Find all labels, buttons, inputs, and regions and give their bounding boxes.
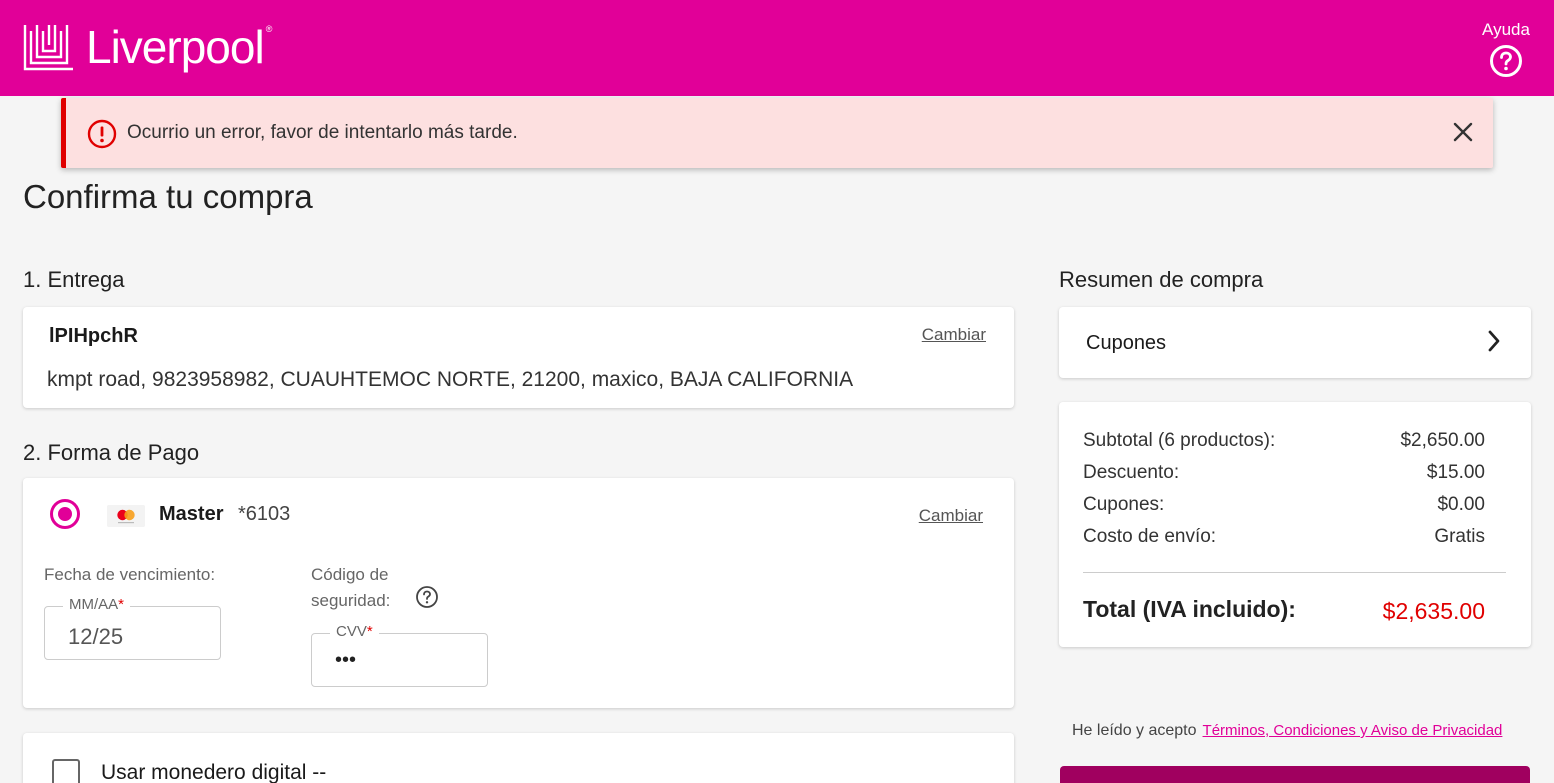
confirm-purchase-button[interactable] (1060, 766, 1530, 783)
expiry-legend: MM/AA* (63, 596, 131, 613)
summary-row-label: Costo de envío: (1083, 526, 1217, 547)
expiry-field[interactable]: MM/AA* 12/25 (44, 596, 221, 660)
terms-text: He leído y acepto Términos, Condiciones y… (1072, 722, 1502, 740)
registered-mark: ® (265, 24, 273, 34)
cvv-label-line1: Código de (311, 565, 389, 584)
summary-row-subtotal: Subtotal (6 productos): $2,650.00 (1083, 430, 1485, 452)
top-header: Liverpool ® Ayuda (0, 0, 1554, 96)
summary-row-label: Descuento: (1083, 462, 1180, 483)
error-alert: Ocurrio un error, favor de intentarlo má… (61, 98, 1493, 168)
coupons-label: Cupones (1086, 332, 1167, 354)
expiry-value: 12/25 (68, 624, 124, 649)
required-mark: * (118, 596, 125, 613)
chevron-right-icon (1488, 330, 1500, 352)
change-address-link[interactable]: Cambiar (922, 325, 986, 345)
liverpool-logo-mark-icon (23, 25, 73, 71)
wallet-label: Usar monedero digital -- (101, 761, 327, 783)
summary-row-value: $0.00 (1437, 494, 1485, 515)
summary-row-value: Gratis (1434, 526, 1485, 547)
question-circle-icon (1490, 45, 1522, 77)
help-label: Ayuda (1482, 20, 1530, 39)
wallet-checkbox[interactable] (52, 759, 80, 783)
summary-row-value: $15.00 (1426, 462, 1485, 483)
expiry-label: Fecha de vencimiento: (44, 565, 216, 584)
cvv-label-line2: seguridad: (311, 591, 391, 610)
liverpool-logo[interactable]: Liverpool ® (22, 18, 272, 76)
total-label: Total (IVA incluido): (1083, 596, 1296, 622)
terms-link[interactable]: Términos, Condiciones y Aviso de Privaci… (1203, 722, 1503, 739)
summary-row-label: Subtotal (6 productos): (1083, 430, 1276, 451)
wallet-card: Usar monedero digital -- (23, 733, 1014, 783)
question-circle-icon[interactable] (415, 585, 439, 609)
change-payment-link[interactable]: Cambiar (919, 506, 983, 526)
error-icon (87, 119, 117, 149)
close-icon[interactable] (1453, 122, 1473, 142)
required-mark: * (366, 623, 373, 640)
summary-divider (1083, 572, 1506, 573)
card-number: *6103 (238, 503, 291, 525)
summary-row-shipping: Costo de envío: Gratis (1083, 526, 1485, 548)
cvv-placeholder: CVV (336, 623, 367, 640)
coupons-row[interactable]: Cupones (1059, 307, 1531, 378)
card-brand: Master (159, 503, 224, 525)
cvv-field[interactable]: CVV* ••• (311, 623, 488, 687)
payment-method-radio[interactable] (50, 499, 80, 529)
summary-row-label: Cupones: (1083, 494, 1165, 515)
delivery-section-title: 1. Entrega (23, 267, 125, 292)
expiry-placeholder: MM/AA (69, 596, 119, 613)
summary-card: Subtotal (6 productos): $2,650.00 Descue… (1059, 402, 1531, 647)
payment-card: Master *6103 Cambiar Fecha de vencimient… (23, 478, 1014, 708)
radio-selected-dot (58, 507, 72, 521)
page-title: Confirma tu compra (23, 178, 313, 215)
summary-row-discount: Descuento: $15.00 (1083, 462, 1485, 484)
alert-message: Ocurrio un error, favor de intentarlo má… (127, 122, 518, 143)
help-button[interactable]: Ayuda (1480, 20, 1532, 78)
brand-name: Liverpool (86, 21, 265, 73)
terms-prefix: He leído y acepto (1072, 722, 1197, 739)
total-value: $2,635.00 (1382, 598, 1485, 624)
summary-row-coupons: Cupones: $0.00 (1083, 494, 1485, 516)
cvv-value: ••• (335, 649, 357, 671)
mastercard-icon (107, 505, 145, 527)
delivery-address: kmpt road, 9823958982, CUAUHTEMOC NORTE,… (47, 368, 854, 391)
cvv-legend: CVV* (330, 623, 379, 640)
payment-section-title: 2. Forma de Pago (23, 440, 200, 465)
delivery-card: lPIHpchR Cambiar kmpt road, 9823958982, … (23, 307, 1014, 408)
summary-section-title: Resumen de compra (1059, 267, 1264, 292)
summary-row-value: $2,650.00 (1400, 430, 1485, 451)
recipient-name: lPIHpchR (49, 325, 138, 347)
